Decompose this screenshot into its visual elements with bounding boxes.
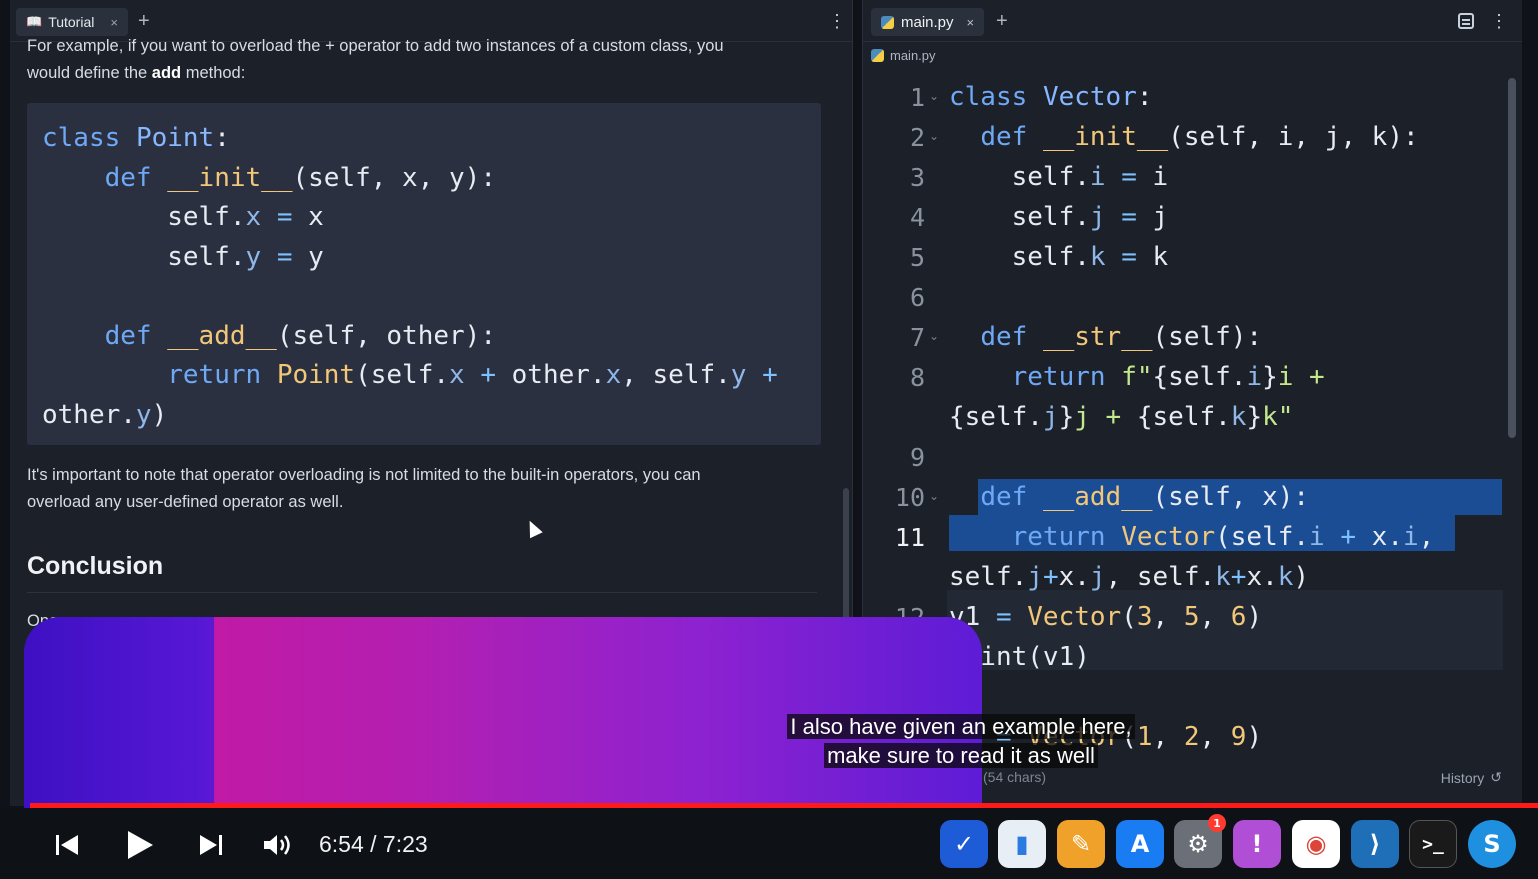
skype-icon[interactable]: S [1468, 820, 1516, 868]
code-line: self.j+x.j, self.k+x.k) [949, 562, 1310, 592]
video-caption: I also have given an example here, make … [775, 712, 1147, 770]
editor-tabbar: main.py × + ⋮ [863, 0, 1522, 42]
code-line: 6 [863, 277, 1505, 317]
close-icon[interactable]: × [967, 15, 975, 30]
intro-line-2-bold: add [151, 64, 182, 82]
tab-tutorial[interactable]: 📖 Tutorial × [16, 8, 128, 36]
line-number: 11 [894, 523, 925, 552]
screen: 📖 Tutorial × + ⋮ For example, if you wan… [0, 0, 1538, 879]
next-icon[interactable] [198, 832, 224, 863]
fold-icon[interactable]: ⌄ [929, 129, 939, 143]
note-line-2: overload any user-defined operator as we… [27, 493, 344, 511]
intro-line-2-pre: would define the [27, 64, 152, 82]
history-button[interactable]: History ↺ [1441, 769, 1502, 786]
vscode-icon[interactable]: ⟩ [1351, 820, 1399, 868]
notification-badge: 1 [1208, 814, 1226, 832]
app-store-icon[interactable]: A [1116, 820, 1164, 868]
fold-icon[interactable]: ⌄ [929, 489, 939, 503]
code-line: 7 ⌄ def __str__(self): [863, 317, 1505, 357]
play-icon[interactable] [126, 830, 154, 865]
terminal-icon[interactable]: >_ [1409, 820, 1457, 868]
line-number: 6 [909, 283, 925, 312]
more-menu-icon[interactable]: ⋮ [1490, 11, 1508, 31]
fold-icon[interactable]: ⌄ [929, 329, 939, 343]
more-menu-icon[interactable]: ⋮ [828, 11, 846, 31]
line-number: 2 [909, 123, 925, 152]
line-number: 5 [909, 243, 925, 272]
code-line: {self.j}j + {self.k}k" [949, 402, 1294, 432]
line-number: 4 [909, 203, 925, 232]
caption-line-1: I also have given an example here, [787, 714, 1135, 739]
code-line: 5 self.k = k [863, 237, 1505, 277]
line-number: 9 [909, 443, 925, 472]
code-line: 8 return f"{self.i}i + [863, 357, 1505, 397]
python-icon [881, 15, 894, 29]
code-line: 4 self.j = j [863, 197, 1505, 237]
pencil-app-icon[interactable]: ✎ [1057, 820, 1105, 868]
new-tab-button[interactable]: + [996, 11, 1008, 31]
breadcrumb[interactable]: main.py [871, 48, 936, 63]
volume-icon[interactable] [262, 832, 294, 863]
code-line: 9 [863, 437, 1505, 477]
settings-gear-icon[interactable]: ⚙ 1 [1174, 814, 1226, 868]
line-number: 10 [894, 483, 925, 512]
code-line: 10 ⌄ def __add__(self, x): [863, 477, 1505, 517]
feedback-app-icon[interactable]: ! [1233, 820, 1281, 868]
code-example-block: class Point: def __init__(self, x, y): s… [27, 103, 821, 445]
history-label: History [1440, 769, 1485, 786]
charts-app-icon[interactable]: ▮ [998, 820, 1046, 868]
line-number: 1 [909, 83, 925, 112]
video-progress-bar[interactable] [30, 803, 1538, 808]
intro-line-1: For example, if you want to overload the… [27, 37, 724, 55]
line-number: 8 [909, 363, 925, 392]
code-line: 2 ⌄ def __init__(self, i, j, k): [863, 117, 1505, 157]
tutorial-text: For example, if you want to overload the… [27, 37, 827, 87]
note-line-1: It's important to note that operator ove… [27, 466, 701, 484]
dock: ✓ ▮ ✎ A ⚙ 1 ! ◉ ⟩ >_ S [0, 808, 1538, 879]
divider [27, 592, 817, 593]
caption-line-2: make sure to read it as well [824, 743, 1098, 768]
playback-time: 6:54 / 7:23 [319, 831, 428, 857]
tutorial-scrollbar[interactable] [843, 488, 849, 628]
close-icon[interactable]: × [110, 15, 118, 30]
book-icon: 📖 [26, 14, 43, 29]
note-paragraph: It's important to note that operator ove… [27, 462, 817, 516]
history-icon: ↺ [1490, 769, 1502, 785]
code-line: 3 self.i = i [863, 157, 1505, 197]
char-count: (54 chars) [983, 769, 1047, 785]
dock-app-icon[interactable]: ✓ [940, 820, 988, 868]
line-number: 7 [909, 323, 925, 352]
python-icon [871, 49, 884, 62]
code-line: 1 ⌄ class Vector: [863, 77, 1505, 117]
fold-icon[interactable]: ⌄ [929, 89, 939, 103]
tab-main-py-label: main.py [901, 13, 954, 31]
intro-line-2-post: method: [181, 64, 246, 82]
breadcrumb-label: main.py [890, 48, 936, 63]
tab-main-py[interactable]: main.py × [871, 8, 985, 36]
intro-line-2: would define the add method: [27, 60, 827, 87]
code-line: 11 return Vector(self.i + x.i, [863, 517, 1505, 557]
layout-icon[interactable] [1458, 13, 1474, 29]
conclusion-heading: Conclusion [27, 552, 164, 580]
new-tab-button[interactable]: + [138, 11, 150, 31]
tab-tutorial-label: Tutorial [48, 14, 95, 30]
previous-icon[interactable] [54, 832, 80, 863]
line-number: 3 [909, 163, 925, 192]
chrome-icon[interactable]: ◉ [1292, 820, 1340, 868]
editor-scrollbar[interactable] [1508, 78, 1516, 438]
